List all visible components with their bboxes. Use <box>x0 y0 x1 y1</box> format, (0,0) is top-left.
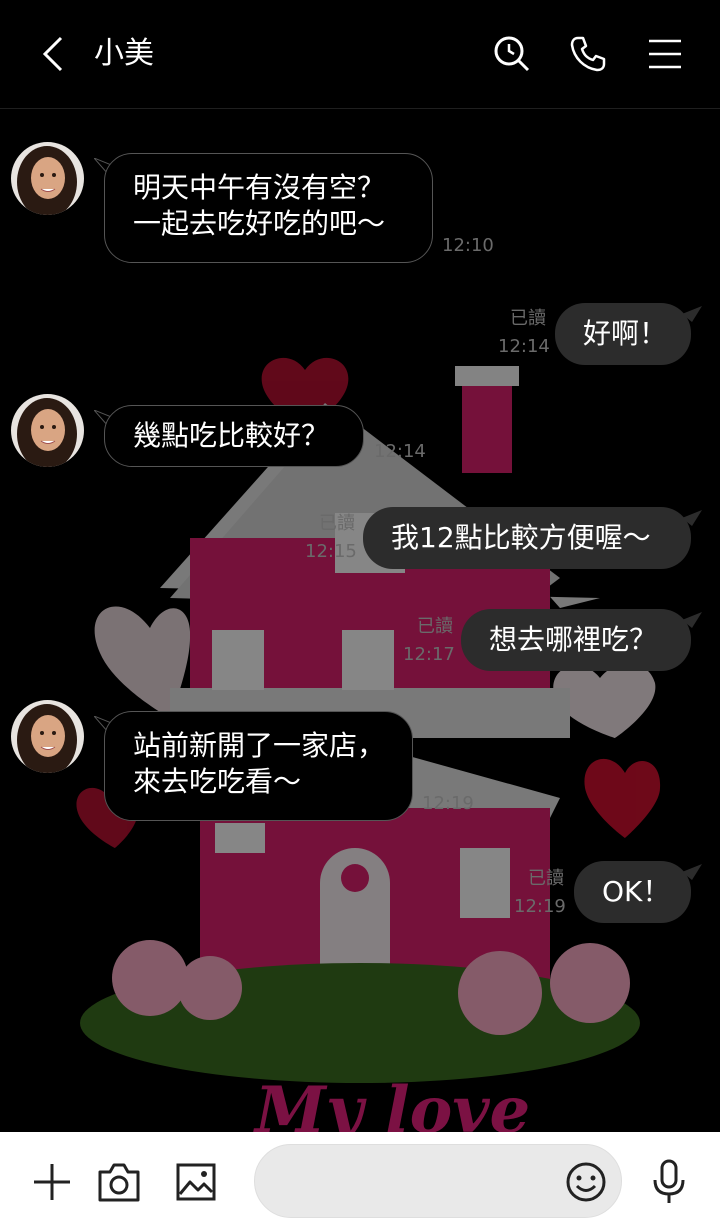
bubble-tail <box>682 510 702 526</box>
add-button[interactable] <box>26 1156 78 1208</box>
bubble-tail <box>682 306 702 322</box>
emoji-button[interactable] <box>560 1156 612 1208</box>
emoji-icon <box>566 1162 606 1202</box>
message-time: 12:17 <box>403 644 455 665</box>
plus-icon <box>34 1164 70 1200</box>
read-receipt: 已讀 <box>417 616 453 637</box>
message-bubble-outgoing[interactable]: OK！ <box>574 861 691 923</box>
read-receipt: 已讀 <box>528 868 564 889</box>
message-time: 12:15 <box>305 541 357 562</box>
read-receipt: 已讀 <box>510 308 546 329</box>
back-icon <box>42 36 63 72</box>
call-button[interactable] <box>564 30 612 78</box>
avatar[interactable] <box>11 142 84 215</box>
message-bubble-incoming[interactable]: 幾點吃比較好？ <box>104 405 364 467</box>
message-bubble-incoming[interactable]: 站前新開了一家店， 來去吃吃看～ <box>104 711 413 821</box>
menu-button[interactable] <box>641 30 689 78</box>
avatar[interactable] <box>11 700 84 773</box>
camera-button[interactable] <box>93 1156 145 1208</box>
chat-message-list[interactable]: 明天中午有沒有空？ 一起去吃好吃的吧～ 12:10 已讀 12:14 好啊！ 幾… <box>0 108 720 1132</box>
message-time: 12:14 <box>498 336 550 357</box>
composer-bar <box>0 1132 720 1232</box>
message-bubble-outgoing[interactable]: 想去哪裡吃？ <box>461 609 691 671</box>
menu-icon <box>649 39 681 69</box>
phone-icon <box>570 36 606 72</box>
chat-title: 小美 <box>94 36 154 71</box>
message-time: 12:19 <box>422 793 474 814</box>
message-time: 12:19 <box>514 896 566 917</box>
voice-button[interactable] <box>643 1156 695 1208</box>
camera-icon <box>98 1163 140 1202</box>
image-icon <box>176 1163 216 1201</box>
bubble-tail <box>682 864 702 880</box>
message-bubble-outgoing[interactable]: 我12點比較方便喔～ <box>363 507 691 569</box>
mic-icon <box>653 1159 685 1203</box>
chat-header: 小美 <box>0 0 720 109</box>
message-time: 12:14 <box>374 441 426 462</box>
search-icon <box>494 36 530 72</box>
message-bubble-outgoing[interactable]: 好啊！ <box>555 303 691 365</box>
message-bubble-incoming[interactable]: 明天中午有沒有空？ 一起去吃好吃的吧～ <box>104 153 433 263</box>
back-button[interactable] <box>28 30 76 78</box>
bubble-tail <box>682 612 702 628</box>
avatar[interactable] <box>11 394 84 467</box>
read-receipt: 已讀 <box>319 513 355 534</box>
search-button[interactable] <box>488 30 536 78</box>
message-time: 12:10 <box>442 235 494 256</box>
image-button[interactable] <box>170 1156 222 1208</box>
